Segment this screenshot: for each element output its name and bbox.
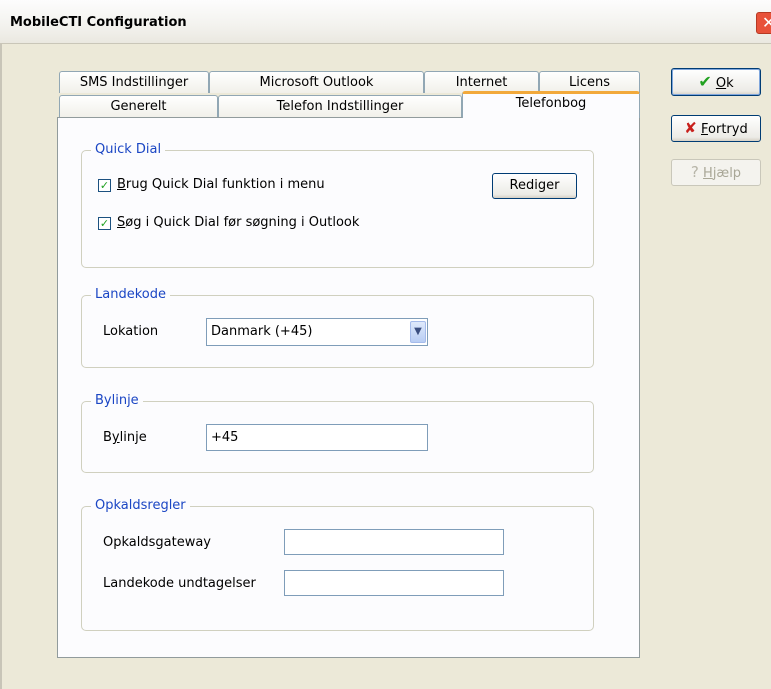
- tab-internet[interactable]: Internet: [424, 71, 539, 93]
- country-code-legend: Landekode: [91, 287, 170, 302]
- tab-licens[interactable]: Licens: [539, 71, 640, 93]
- close-button[interactable]: ✕: [756, 12, 771, 34]
- quick-dial-legend: Quick Dial: [91, 142, 166, 157]
- x-icon: ✘: [684, 119, 697, 137]
- close-icon: ✕: [762, 13, 771, 32]
- tab-telefonbog[interactable]: Telefonbog: [462, 91, 640, 118]
- country-code-exceptions-input[interactable]: [284, 570, 504, 596]
- quick-dial-group: [81, 150, 594, 268]
- dial-rules-legend: Opkaldsregler: [91, 498, 190, 513]
- use-quick-dial-menu-label[interactable]: Brug Quick Dial funktion i menu: [117, 177, 325, 192]
- checkmark-icon: ✓: [99, 179, 110, 192]
- tab-telefon-indstillinger[interactable]: Telefon Indstillinger: [218, 95, 462, 117]
- title-bar[interactable]: MobileCTI Configuration ✕: [0, 0, 771, 44]
- checkmark-icon: ✓: [99, 217, 110, 230]
- location-select[interactable]: Danmark (+45) ▼: [206, 318, 428, 346]
- location-label: Lokation: [103, 324, 159, 339]
- tab-generelt[interactable]: Generelt: [59, 95, 218, 117]
- city-line-input[interactable]: +45: [206, 424, 428, 451]
- dial-gateway-input[interactable]: [284, 529, 504, 555]
- tab-microsoft-outlook[interactable]: Microsoft Outlook: [209, 71, 424, 93]
- tab-sms-indstillinger[interactable]: SMS Indstillinger: [59, 71, 209, 93]
- edit-quick-dial-button[interactable]: Rediger: [492, 173, 577, 199]
- dial-rules-group: [81, 506, 594, 631]
- ok-button[interactable]: ✔ Ok: [671, 68, 761, 96]
- search-quick-dial-checkbox[interactable]: ✓: [98, 217, 111, 230]
- dial-gateway-label: Opkaldsgateway: [103, 535, 211, 550]
- window-left-border: [0, 44, 2, 689]
- chevron-down-icon[interactable]: ▼: [410, 321, 426, 343]
- window-title: MobileCTI Configuration: [10, 15, 187, 30]
- help-button[interactable]: ? Hjælp: [671, 159, 761, 186]
- country-code-exceptions-label: Landekode undtagelser: [103, 576, 256, 591]
- city-line-label: Bylinje: [103, 430, 147, 445]
- search-quick-dial-label[interactable]: Søg i Quick Dial før søgning i Outlook: [117, 215, 359, 230]
- city-line-legend: Bylinje: [91, 393, 143, 408]
- use-quick-dial-menu-checkbox[interactable]: ✓: [98, 179, 111, 192]
- cancel-button[interactable]: ✘ Fortryd: [671, 115, 761, 142]
- question-icon: ?: [690, 163, 699, 181]
- check-icon: ✔: [698, 72, 712, 91]
